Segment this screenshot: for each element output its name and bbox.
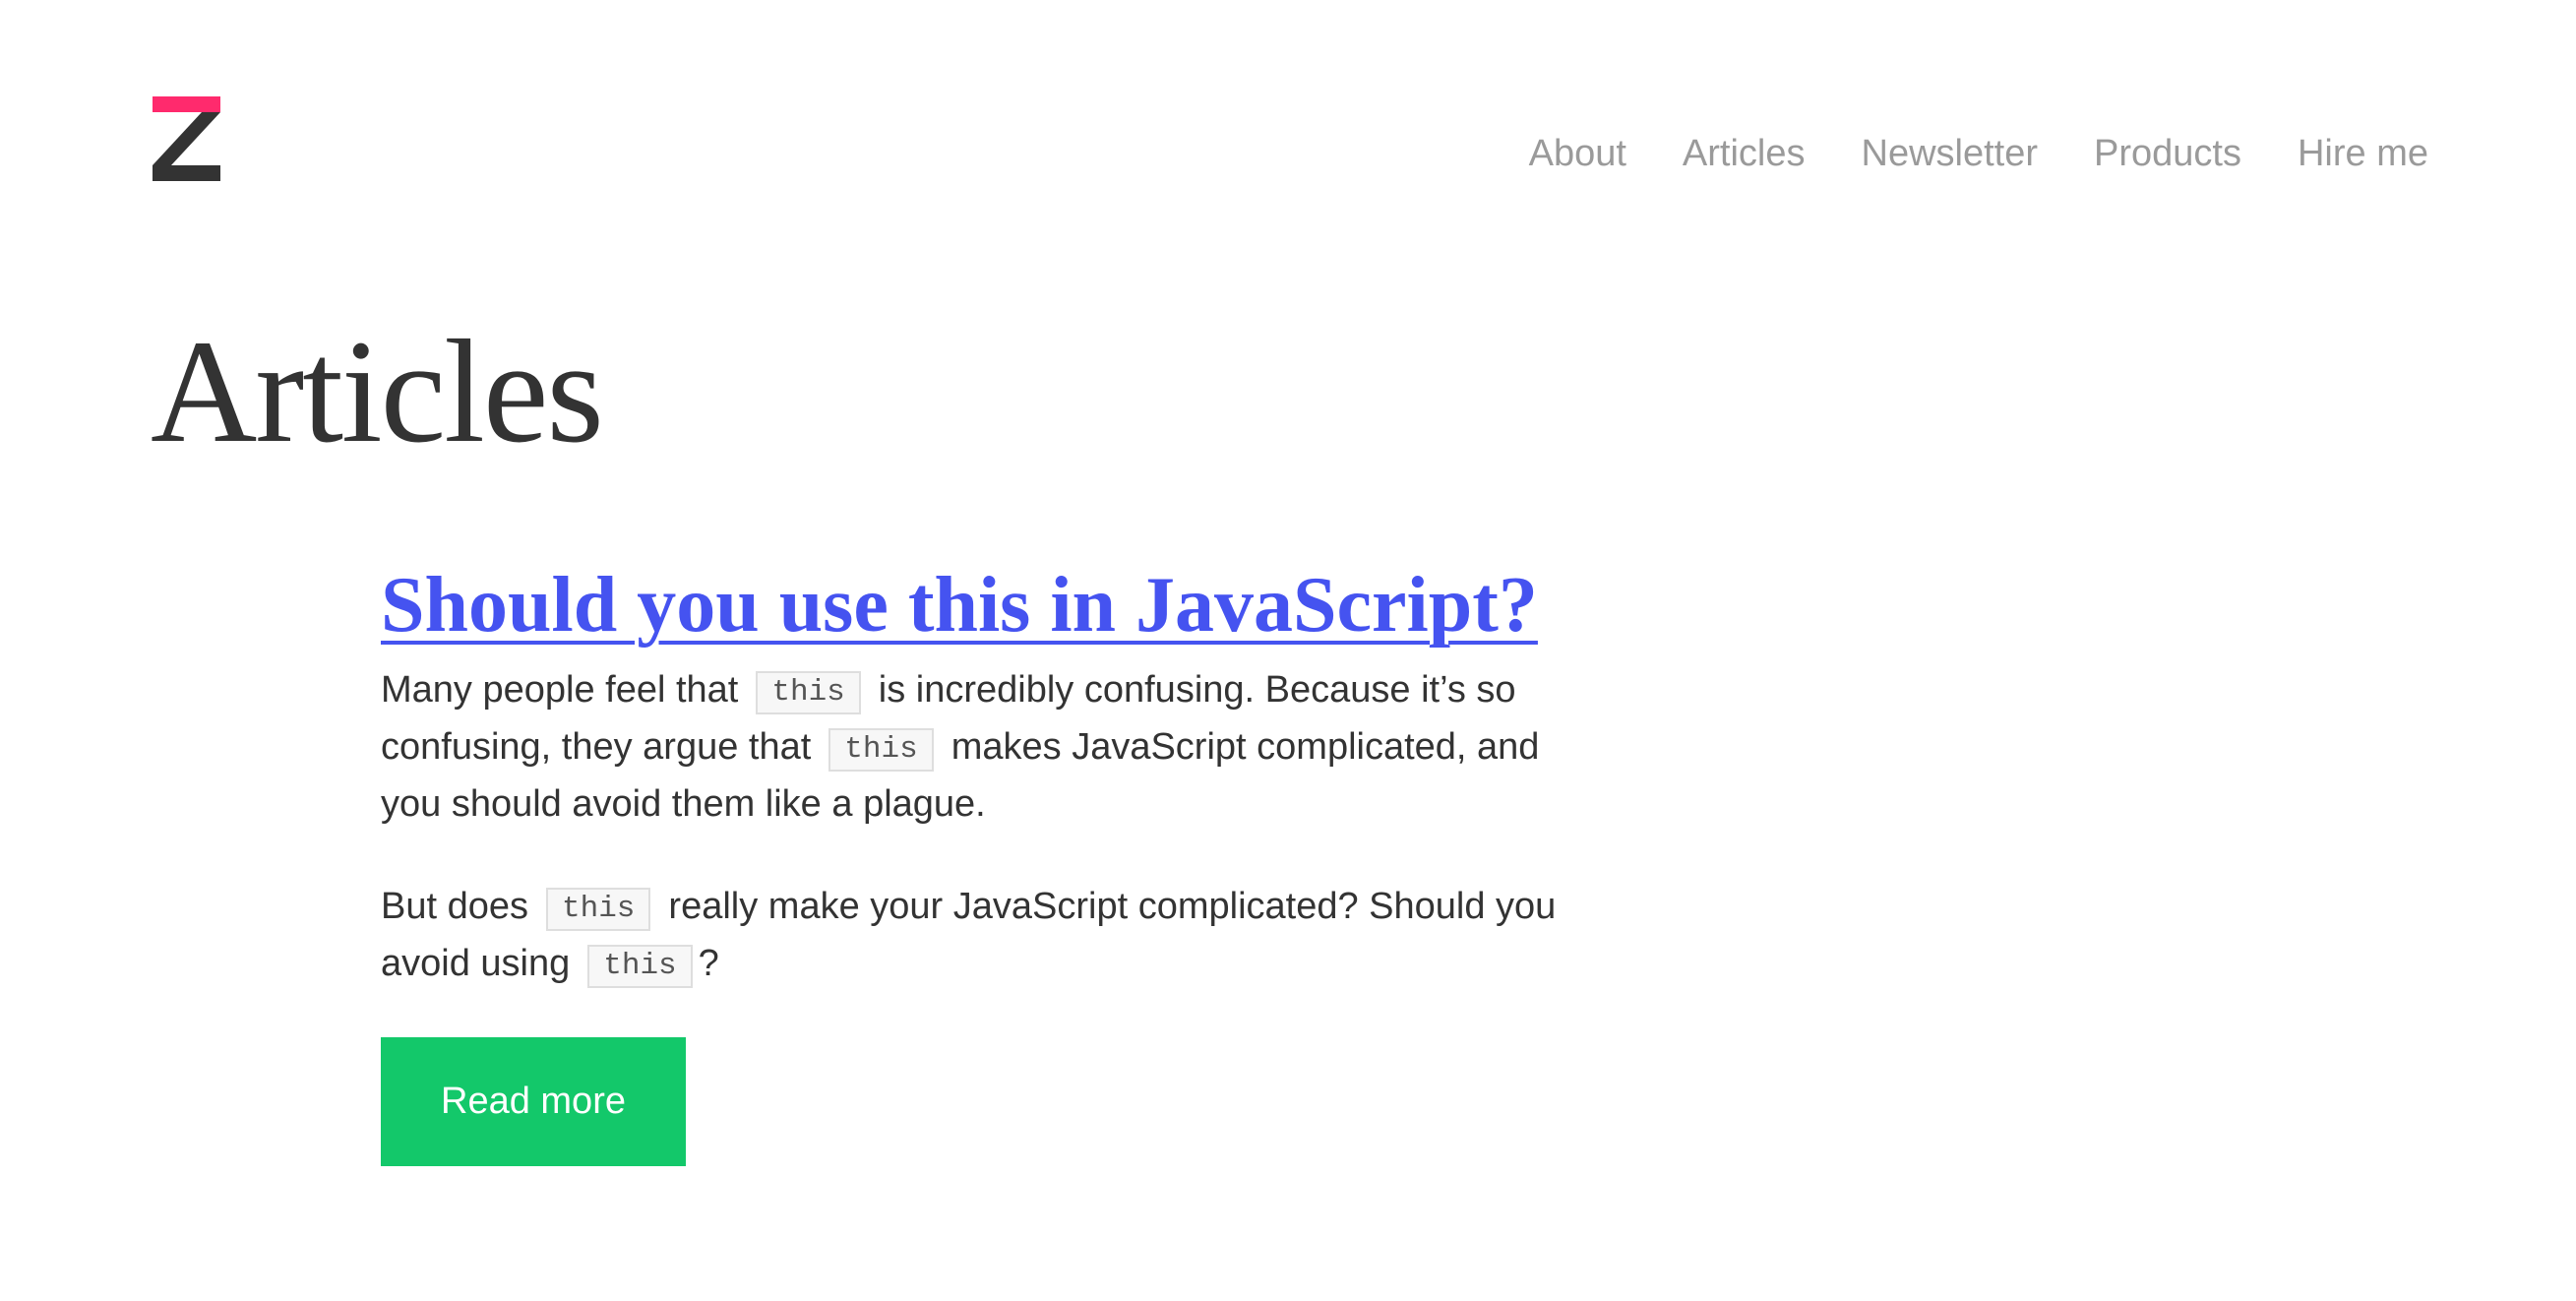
nav-link-about[interactable]: About xyxy=(1529,133,1626,174)
excerpt-text: makes JavaScript complicated, and xyxy=(951,726,1540,768)
article-excerpt: Many people feel that this is incredibly c… xyxy=(381,661,1660,833)
article-excerpt: But does this really make your JavaScript … xyxy=(381,878,1660,992)
nav-link-newsletter[interactable]: Newsletter xyxy=(1862,133,2039,174)
article-title: Should you use this in JavaScript? xyxy=(381,551,1660,659)
excerpt-text: confusing, they argue that xyxy=(381,726,812,768)
nav-link-articles[interactable]: Articles xyxy=(1683,133,1806,174)
nav-link-products[interactable]: Products xyxy=(2094,133,2241,174)
excerpt-text: But does xyxy=(381,886,528,927)
inline-code: this xyxy=(546,888,651,931)
inline-code: this xyxy=(828,728,934,772)
z-logo-icon[interactable] xyxy=(153,96,220,181)
excerpt-text: really make your JavaScript complicated?… xyxy=(668,886,1557,927)
inline-code: this xyxy=(587,945,693,988)
read-more-button[interactable]: Read more xyxy=(381,1037,686,1166)
page-title: Articles xyxy=(151,310,604,473)
excerpt-text: you should avoid them like a plague. xyxy=(381,783,986,825)
nav-link-hire-me[interactable]: Hire me xyxy=(2298,133,2428,174)
excerpt-text: avoid using xyxy=(381,943,571,984)
inline-code: this xyxy=(756,671,861,714)
excerpt-text: is incredibly confusing. Because it’s so xyxy=(878,669,1516,711)
excerpt-text: Many people feel that xyxy=(381,669,739,711)
excerpt-text: ? xyxy=(698,943,719,984)
logo-svg xyxy=(153,96,220,181)
article-title-link[interactable]: Should you use this in JavaScript? xyxy=(381,562,1538,649)
site-header: About Articles Newsletter Products Hire … xyxy=(0,0,2576,226)
article-card: Should you use this in JavaScript? Many … xyxy=(381,551,1660,1166)
